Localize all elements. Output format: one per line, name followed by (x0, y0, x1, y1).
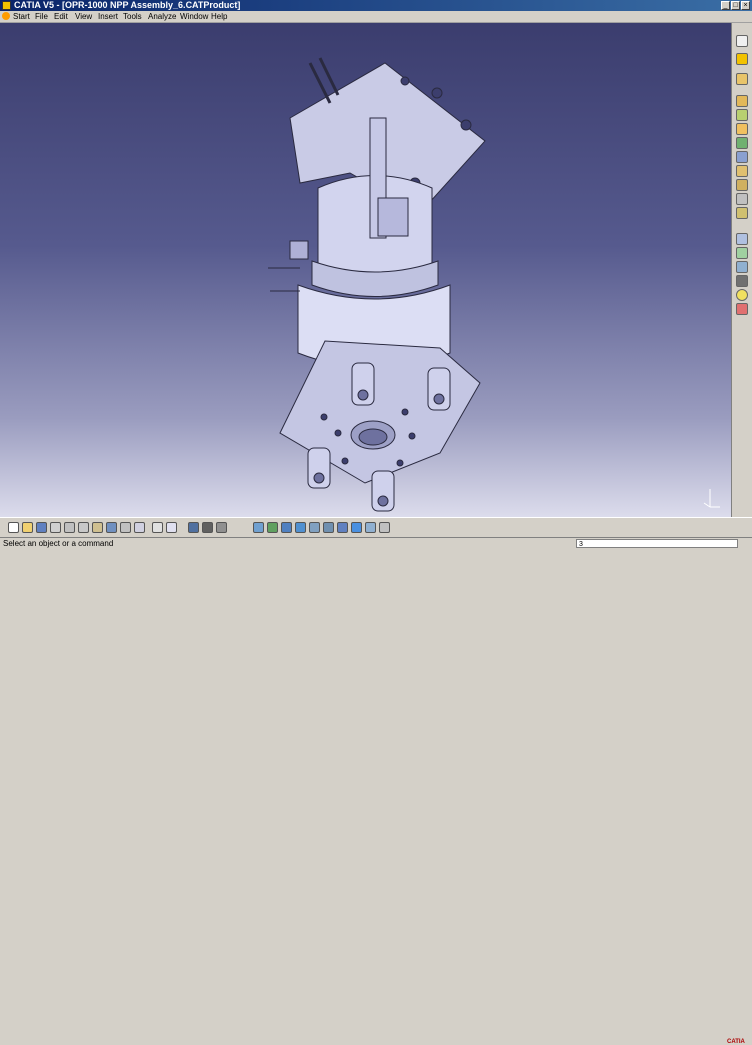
catalog-icon[interactable] (202, 522, 213, 533)
select-icon[interactable] (736, 35, 748, 47)
standard-toolbar: CATIA (0, 517, 752, 1045)
copy-icon[interactable] (78, 522, 89, 533)
menu-view[interactable]: View (75, 11, 92, 22)
menu-bar: Start File Edit View Insert Tools Analyz… (0, 11, 752, 23)
menu-help[interactable]: Help (211, 11, 227, 22)
part-icon[interactable] (736, 109, 748, 121)
zoom-in-icon[interactable] (295, 522, 306, 533)
save-icon[interactable] (36, 522, 47, 533)
title-bar: CATIA V5 - [OPR-1000 NPP Assembly_6.CATP… (0, 0, 752, 11)
whats-this-icon[interactable] (134, 522, 145, 533)
minimize-button[interactable]: _ (721, 1, 730, 10)
right-toolbar (731, 23, 752, 517)
hide-icon[interactable] (736, 303, 748, 315)
command-input[interactable]: 3 (576, 539, 738, 548)
macro-icon[interactable] (166, 522, 177, 533)
swap-space-icon[interactable] (379, 522, 390, 533)
manage-representations-icon[interactable] (736, 193, 748, 205)
iso-view-icon[interactable] (337, 522, 348, 533)
close-button[interactable]: × (741, 1, 750, 10)
hide-show-icon[interactable] (365, 522, 376, 533)
assembly-features-icon[interactable] (736, 233, 748, 245)
normal-view-icon[interactable] (323, 522, 334, 533)
existing-component-icon[interactable] (736, 123, 748, 135)
compass-axis-icon[interactable] (700, 483, 722, 514)
reorder-icon[interactable] (736, 151, 748, 163)
status-bar: Select an object or a command 3 (0, 537, 752, 550)
undo-icon[interactable] (106, 522, 117, 533)
fit-all-icon[interactable] (253, 522, 264, 533)
contact-icon[interactable] (736, 275, 748, 287)
pan-icon[interactable] (267, 522, 278, 533)
catia-logo: CATIA (727, 1039, 745, 1045)
multi-view-icon[interactable] (188, 522, 199, 533)
fly-icon[interactable] (736, 53, 748, 65)
menu-tools[interactable]: Tools (123, 11, 142, 22)
zoom-out-icon[interactable] (309, 522, 320, 533)
window-controls: _ □ × (721, 1, 750, 10)
catia-app-icon[interactable] (2, 1, 11, 10)
component-icon[interactable] (736, 95, 748, 107)
fix-icon[interactable] (736, 261, 748, 273)
start-icon[interactable] (2, 12, 10, 20)
paste-icon[interactable] (92, 522, 103, 533)
print-icon[interactable] (50, 522, 61, 533)
rotate-icon[interactable] (281, 522, 292, 533)
constraint-icon[interactable] (736, 247, 748, 259)
menu-insert[interactable]: Insert (98, 11, 118, 22)
shading-icon[interactable] (351, 522, 362, 533)
3d-viewport[interactable] (0, 23, 731, 517)
redo-icon[interactable] (120, 522, 131, 533)
product-icon[interactable] (736, 73, 748, 85)
new-icon[interactable] (8, 522, 19, 533)
open-icon[interactable] (22, 522, 33, 533)
status-message: Select an object or a command (3, 539, 114, 548)
reconnect-icon[interactable] (736, 179, 748, 191)
menu-edit[interactable]: Edit (54, 11, 68, 22)
generate-numbering-icon[interactable] (736, 165, 748, 177)
light-bulb-icon[interactable] (736, 289, 748, 301)
menu-analyze[interactable]: Analyze (148, 11, 176, 22)
assembly-model[interactable] (0, 23, 731, 517)
menu-start[interactable]: Start (13, 11, 30, 22)
fast-multi-instantiation-icon[interactable] (736, 207, 748, 219)
window-title: CATIA V5 - [OPR-1000 NPP Assembly_6.CATP… (14, 0, 241, 10)
maximize-button[interactable]: □ (731, 1, 740, 10)
cut-icon[interactable] (64, 522, 75, 533)
replace-icon[interactable] (736, 137, 748, 149)
menu-window[interactable]: Window (180, 11, 208, 22)
fly-mode-icon[interactable] (216, 522, 227, 533)
formula-icon[interactable] (152, 522, 163, 533)
menu-file[interactable]: File (35, 11, 48, 22)
